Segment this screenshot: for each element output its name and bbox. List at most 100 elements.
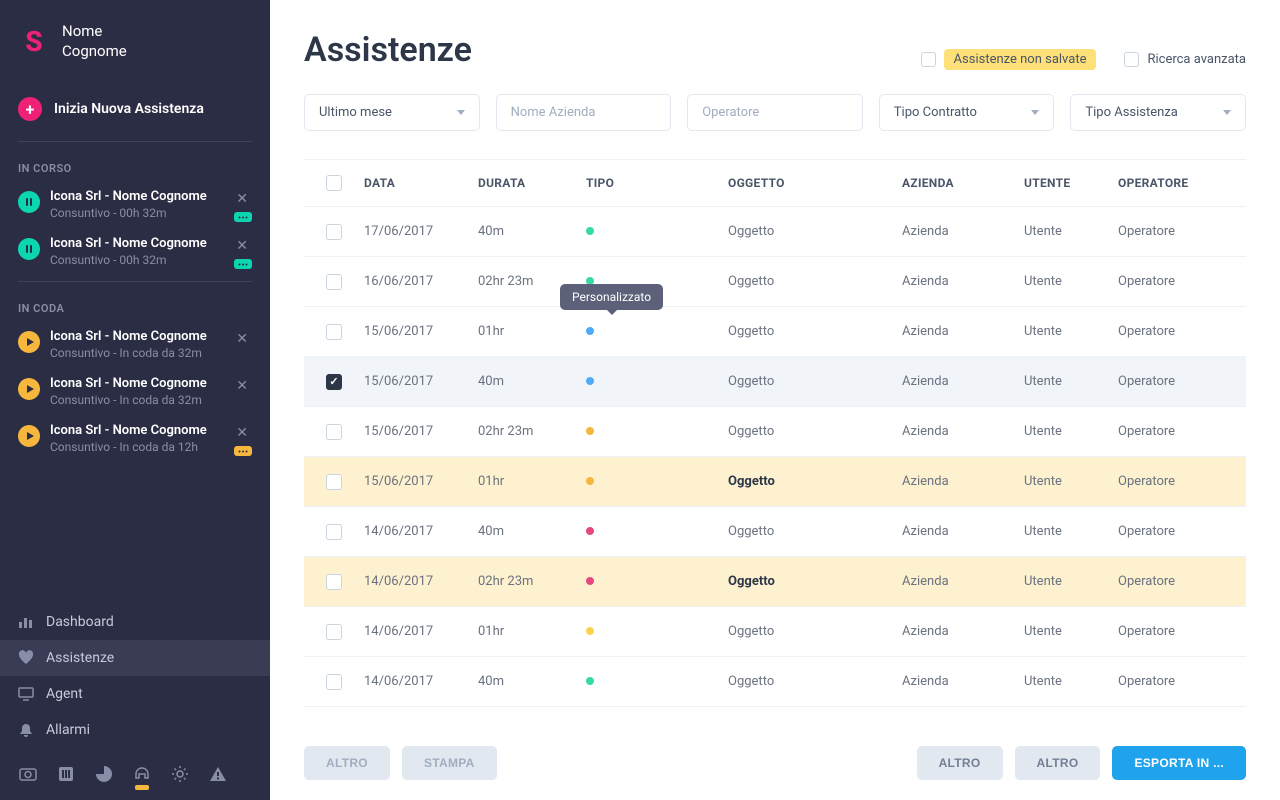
table-row[interactable]: 17/06/2017 40m Oggetto Azienda Utente Op…: [304, 207, 1246, 257]
table-row[interactable]: 14/06/2017 40m Oggetto Azienda Utente Op…: [304, 657, 1246, 707]
select-all-checkbox[interactable]: [326, 175, 342, 191]
more-icon[interactable]: [234, 259, 252, 269]
col-operatore: OPERATORE: [1118, 176, 1218, 190]
row-checkbox[interactable]: [326, 274, 342, 290]
cell-oggetto: Oggetto: [728, 474, 902, 489]
filter-assist-type-select[interactable]: Tipo Assistenza: [1070, 94, 1246, 131]
cell-utente: Utente: [1024, 524, 1118, 539]
type-dot-icon: [586, 227, 594, 235]
bar-chart-icon: [18, 614, 34, 630]
filter-operator-input[interactable]: Operatore: [687, 94, 863, 131]
table-row[interactable]: 15/06/2017 01hr Personalizzato Oggetto A…: [304, 307, 1246, 357]
row-checkbox[interactable]: [326, 574, 342, 590]
cell-tipo: [586, 424, 728, 439]
row-checkbox[interactable]: [326, 424, 342, 440]
cell-utente: Utente: [1024, 224, 1118, 239]
nav-allarmi[interactable]: Allarmi: [0, 712, 270, 748]
table-row[interactable]: 15/06/2017 02hr 23m Oggetto Azienda Uten…: [304, 407, 1246, 457]
close-icon[interactable]: ✕: [232, 376, 252, 396]
play-icon[interactable]: [18, 378, 40, 400]
cell-operatore: Operatore: [1118, 274, 1218, 289]
row-checkbox[interactable]: [326, 224, 342, 240]
assist-item-in-corso[interactable]: Icona Srl - Nome Cognome Consuntivo - 00…: [0, 228, 270, 275]
cell-durata: 40m: [478, 524, 586, 539]
altro-button-left[interactable]: ALTRO: [304, 746, 390, 780]
type-dot-icon: [586, 677, 594, 685]
table-header: DATA DURATA TIPO OGGETTO AZIENDA UTENTE …: [304, 159, 1246, 207]
cell-oggetto: Oggetto: [728, 624, 902, 639]
cell-data: 15/06/2017: [364, 474, 478, 489]
cell-tipo: [586, 374, 728, 389]
more-icon[interactable]: [234, 212, 252, 222]
assist-item-in-coda[interactable]: Icona Srl - Nome Cognome Consuntivo - In…: [0, 368, 270, 415]
table-row[interactable]: 14/06/2017 02hr 23m Oggetto Azienda Uten…: [304, 557, 1246, 607]
assist-item-in-coda[interactable]: Icona Srl - Nome Cognome Consuntivo - In…: [0, 415, 270, 462]
checkbox-icon: [921, 52, 936, 67]
app-logo: S: [18, 26, 50, 58]
headset-icon[interactable]: [132, 764, 152, 784]
table-row[interactable]: 15/06/2017 40m Oggetto Azienda Utente Op…: [304, 357, 1246, 407]
nav-dashboard[interactable]: Dashboard: [0, 604, 270, 640]
pause-icon[interactable]: [18, 191, 40, 213]
filter-contract-select[interactable]: Tipo Contratto: [879, 94, 1055, 131]
cell-operatore: Operatore: [1118, 474, 1218, 489]
assist-item-in-corso[interactable]: Icona Srl - Nome Cognome Consuntivo - 00…: [0, 181, 270, 228]
assist-subtitle: Consuntivo - 00h 32m: [50, 206, 222, 220]
cell-azienda: Azienda: [902, 474, 1024, 489]
table-row[interactable]: 15/06/2017 01hr Oggetto Azienda Utente O…: [304, 457, 1246, 507]
cell-durata: 01hr: [478, 474, 586, 489]
gear-icon[interactable]: [170, 764, 190, 784]
filter-contract-label: Tipo Contratto: [894, 105, 977, 120]
new-assist-button[interactable]: + Inizia Nuova Assistenza: [0, 83, 270, 135]
row-checkbox[interactable]: [326, 624, 342, 640]
list-icon[interactable]: [56, 764, 76, 784]
cell-data: 14/06/2017: [364, 624, 478, 639]
cell-azienda: Azienda: [902, 274, 1024, 289]
nav-agent[interactable]: Agent: [0, 676, 270, 712]
filter-unsaved-checkbox[interactable]: Assistenze non salvate: [921, 49, 1097, 70]
row-checkbox[interactable]: [326, 524, 342, 540]
unsaved-badge: Assistenze non salvate: [944, 49, 1097, 70]
cell-operatore: Operatore: [1118, 324, 1218, 339]
table-row[interactable]: 14/06/2017 01hr Oggetto Azienda Utente O…: [304, 607, 1246, 657]
assist-subtitle: Consuntivo - 00h 32m: [50, 253, 222, 267]
row-checkbox[interactable]: [326, 324, 342, 340]
filter-advanced-checkbox[interactable]: Ricerca avanzata: [1124, 52, 1246, 67]
nav-assistenze[interactable]: Assistenze: [0, 640, 270, 676]
cell-utente: Utente: [1024, 674, 1118, 689]
altro-button-right-2[interactable]: ALTRO: [1015, 746, 1101, 780]
alert-icon[interactable]: [208, 764, 228, 784]
pie-icon[interactable]: [94, 764, 114, 784]
close-icon[interactable]: ✕: [232, 329, 252, 349]
assist-item-in-coda[interactable]: Icona Srl - Nome Cognome Consuntivo - In…: [0, 321, 270, 368]
type-dot-icon: [586, 427, 594, 435]
play-icon[interactable]: [18, 331, 40, 353]
close-icon[interactable]: ✕: [232, 189, 252, 209]
assist-title: Icona Srl - Nome Cognome: [50, 236, 222, 251]
esporta-button[interactable]: ESPORTA IN ...: [1112, 746, 1246, 780]
nav-assistenze-label: Assistenze: [46, 650, 114, 666]
more-icon[interactable]: [234, 446, 252, 456]
close-icon[interactable]: ✕: [232, 236, 252, 256]
user-header: S Nome Cognome: [0, 0, 270, 83]
filter-company-input[interactable]: Nome Azienda: [496, 94, 672, 131]
close-icon[interactable]: ✕: [232, 423, 252, 443]
camera-icon[interactable]: [18, 764, 38, 784]
table-row[interactable]: 14/06/2017 40m Oggetto Azienda Utente Op…: [304, 507, 1246, 557]
row-checkbox[interactable]: [326, 374, 342, 390]
row-checkbox[interactable]: [326, 674, 342, 690]
play-icon[interactable]: [18, 425, 40, 447]
user-name: Nome Cognome: [62, 22, 127, 61]
altro-button-right-1[interactable]: ALTRO: [917, 746, 1003, 780]
monitor-icon: [18, 686, 34, 702]
pause-icon[interactable]: [18, 238, 40, 260]
table-row[interactable]: 16/06/2017 02hr 23m Oggetto Azienda Uten…: [304, 257, 1246, 307]
assist-title: Icona Srl - Nome Cognome: [50, 423, 222, 438]
cell-durata: 02hr 23m: [478, 424, 586, 439]
stampa-button[interactable]: STAMPA: [402, 746, 497, 780]
cell-utente: Utente: [1024, 474, 1118, 489]
cell-data: 17/06/2017: [364, 224, 478, 239]
filter-period-select[interactable]: Ultimo mese: [304, 94, 480, 131]
row-checkbox[interactable]: [326, 474, 342, 490]
filter-assist-type-label: Tipo Assistenza: [1085, 105, 1177, 120]
